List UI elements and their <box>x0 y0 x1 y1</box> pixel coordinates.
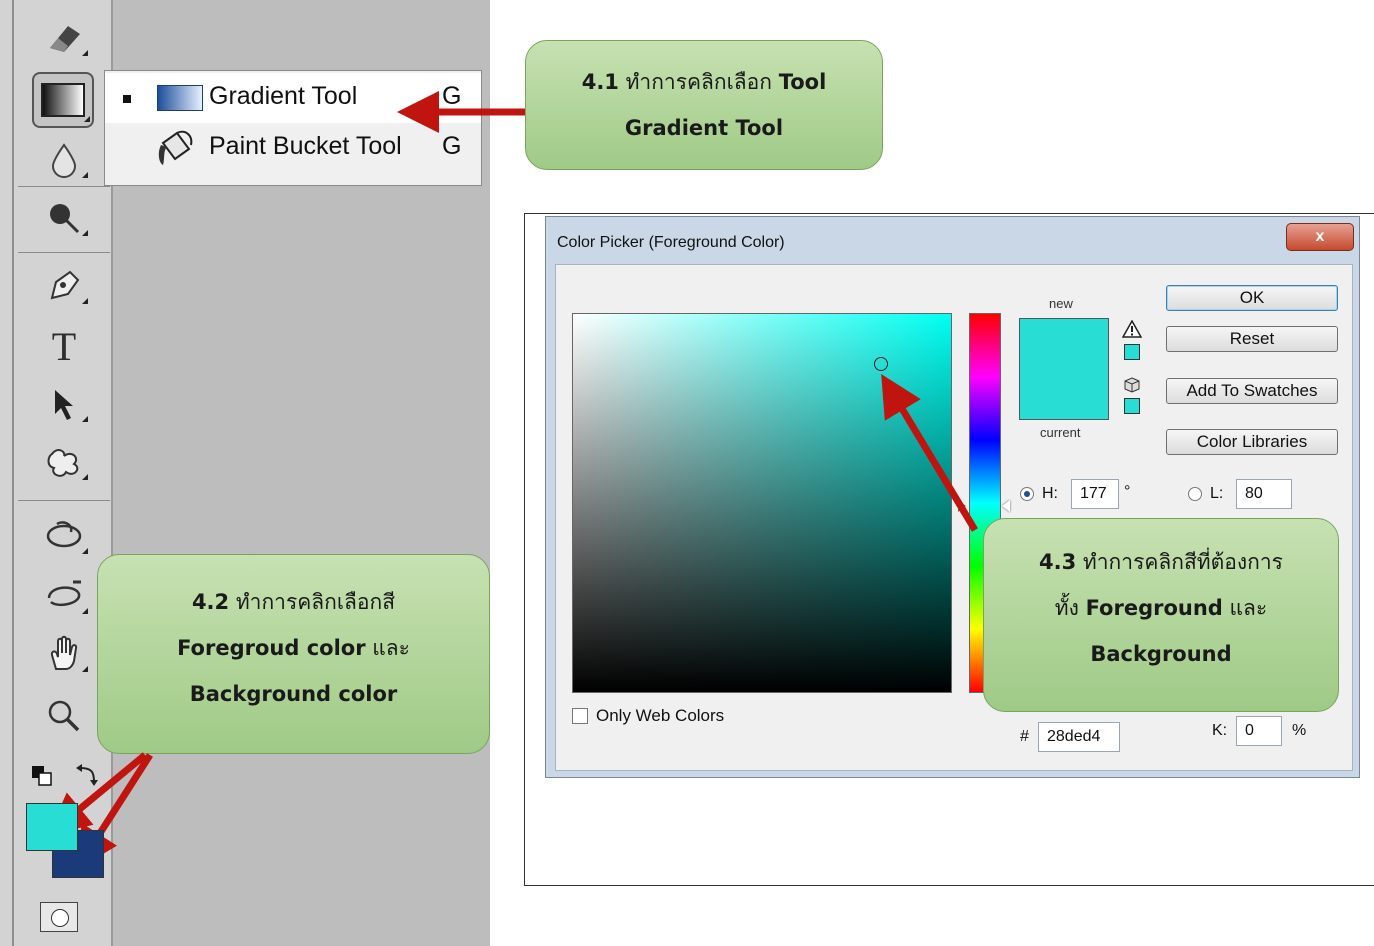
callout-step-4-3: 4.3 ทำการคลิกสีที่ต้องการ ทั้ง Foregroun… <box>983 518 1339 712</box>
callout-step-4-1: 4.1 ทำการคลิกเลือก Tool Gradient Tool <box>525 40 883 170</box>
callout-text: ทำการคลิกเลือก <box>618 70 779 94</box>
3d-orbit-icon[interactable] <box>38 574 90 618</box>
flyout-item-label: Gradient Tool <box>209 82 358 110</box>
cube-icon[interactable] <box>1124 377 1140 397</box>
callout-text-bold: Background color <box>189 682 398 706</box>
new-label: new <box>1049 296 1073 311</box>
hex-input[interactable]: 28ded4 <box>1038 722 1120 752</box>
callout-text: และ <box>365 636 410 660</box>
toolbar-separator <box>18 252 110 253</box>
callout-step-number: 4.2 <box>191 590 230 614</box>
path-selection-icon[interactable] <box>38 382 90 426</box>
callout-text: ทำการคลิกเลือกสี <box>229 590 396 614</box>
lightness-input[interactable]: 80 <box>1236 479 1292 509</box>
new-color-swatch <box>1019 318 1109 420</box>
toolbar-separator <box>18 186 110 187</box>
hue-slider-left-handle[interactable] <box>958 500 966 512</box>
black-label: K: <box>1212 722 1228 739</box>
add-to-swatches-button[interactable]: Add To Swatches <box>1166 378 1338 404</box>
blur-icon[interactable] <box>38 138 90 182</box>
eraser-icon[interactable] <box>38 16 90 60</box>
callout-text-bold: Foregroud color <box>177 636 366 660</box>
reset-button[interactable]: Reset <box>1166 326 1338 352</box>
flyout-item-shortcut: G <box>442 82 462 110</box>
color-field[interactable] <box>572 313 952 693</box>
hue-radio[interactable] <box>1020 487 1034 501</box>
web-safe-color-square[interactable] <box>1124 398 1140 414</box>
callout-text-bold: Gradient Tool <box>624 116 784 140</box>
foreground-color-swatch[interactable] <box>26 803 78 851</box>
ok-button[interactable]: OK <box>1166 285 1338 311</box>
3d-rotate-icon[interactable] <box>38 514 90 558</box>
lightness-label: L: <box>1210 485 1224 502</box>
gamut-color-square[interactable] <box>1124 344 1140 360</box>
black-unit: % <box>1292 722 1307 739</box>
gradient-icon <box>157 85 203 111</box>
hue-input[interactable]: 177 <box>1071 479 1119 509</box>
gradient-tool-flyout: Gradient Tool G Paint Bucket Tool G <box>104 70 482 186</box>
default-colors-icon[interactable] <box>30 764 54 792</box>
warning-icon[interactable] <box>1121 319 1143 342</box>
flyout-item-label: Paint Bucket Tool <box>209 132 402 160</box>
dialog-title: Color Picker (Foreground Color) <box>557 234 785 251</box>
flyout-item-paint-bucket[interactable]: Paint Bucket Tool G <box>105 123 481 173</box>
hand-icon[interactable] <box>38 632 90 676</box>
dodge-icon[interactable] <box>38 196 90 240</box>
close-button[interactable]: x <box>1286 223 1354 251</box>
pen-icon[interactable] <box>38 264 90 308</box>
color-field-cursor[interactable] <box>874 357 888 371</box>
callout-step-4-2: 4.2 ทำการคลิกเลือกสี Foregroud color และ… <box>97 554 490 754</box>
current-label: current <box>1040 425 1081 440</box>
only-web-colors-checkbox[interactable] <box>572 708 588 724</box>
gradient-tool-icon[interactable] <box>32 72 94 128</box>
hue-slider-right-handle[interactable] <box>1002 500 1010 512</box>
active-bullet <box>123 95 131 103</box>
black-input[interactable]: 0 <box>1236 716 1282 746</box>
callout-text: ทำการคลิกสีที่ต้องการ <box>1076 550 1283 574</box>
hex-label: # <box>1020 728 1029 745</box>
callout-text-bold: Background <box>1090 642 1232 666</box>
hue-unit: ° <box>1124 483 1131 500</box>
quick-mask-icon[interactable] <box>40 902 78 932</box>
only-web-colors-label: Only Web Colors <box>596 706 725 725</box>
callout-text: ทั้ง <box>1054 596 1086 620</box>
hue-label: H: <box>1042 485 1058 502</box>
zoom-icon[interactable] <box>38 694 90 738</box>
callout-text-bold: Foreground <box>1085 596 1223 620</box>
panel-edge <box>12 0 14 946</box>
type-icon[interactable]: T <box>38 324 90 369</box>
flyout-item-gradient[interactable]: Gradient Tool G <box>105 73 481 123</box>
swap-colors-icon[interactable] <box>74 762 100 792</box>
flyout-item-shortcut: G <box>442 132 462 160</box>
toolbar-separator <box>18 500 110 501</box>
callout-step-number: 4.1 <box>581 70 619 94</box>
color-libraries-button[interactable]: Color Libraries <box>1166 429 1338 455</box>
lightness-radio[interactable] <box>1188 487 1202 501</box>
callout-step-number: 4.3 <box>1039 550 1077 574</box>
paint-bucket-icon <box>155 129 199 176</box>
custom-shape-icon[interactable] <box>38 440 90 484</box>
callout-text: และ <box>1222 596 1268 620</box>
callout-text-bold: Tool <box>778 70 827 94</box>
